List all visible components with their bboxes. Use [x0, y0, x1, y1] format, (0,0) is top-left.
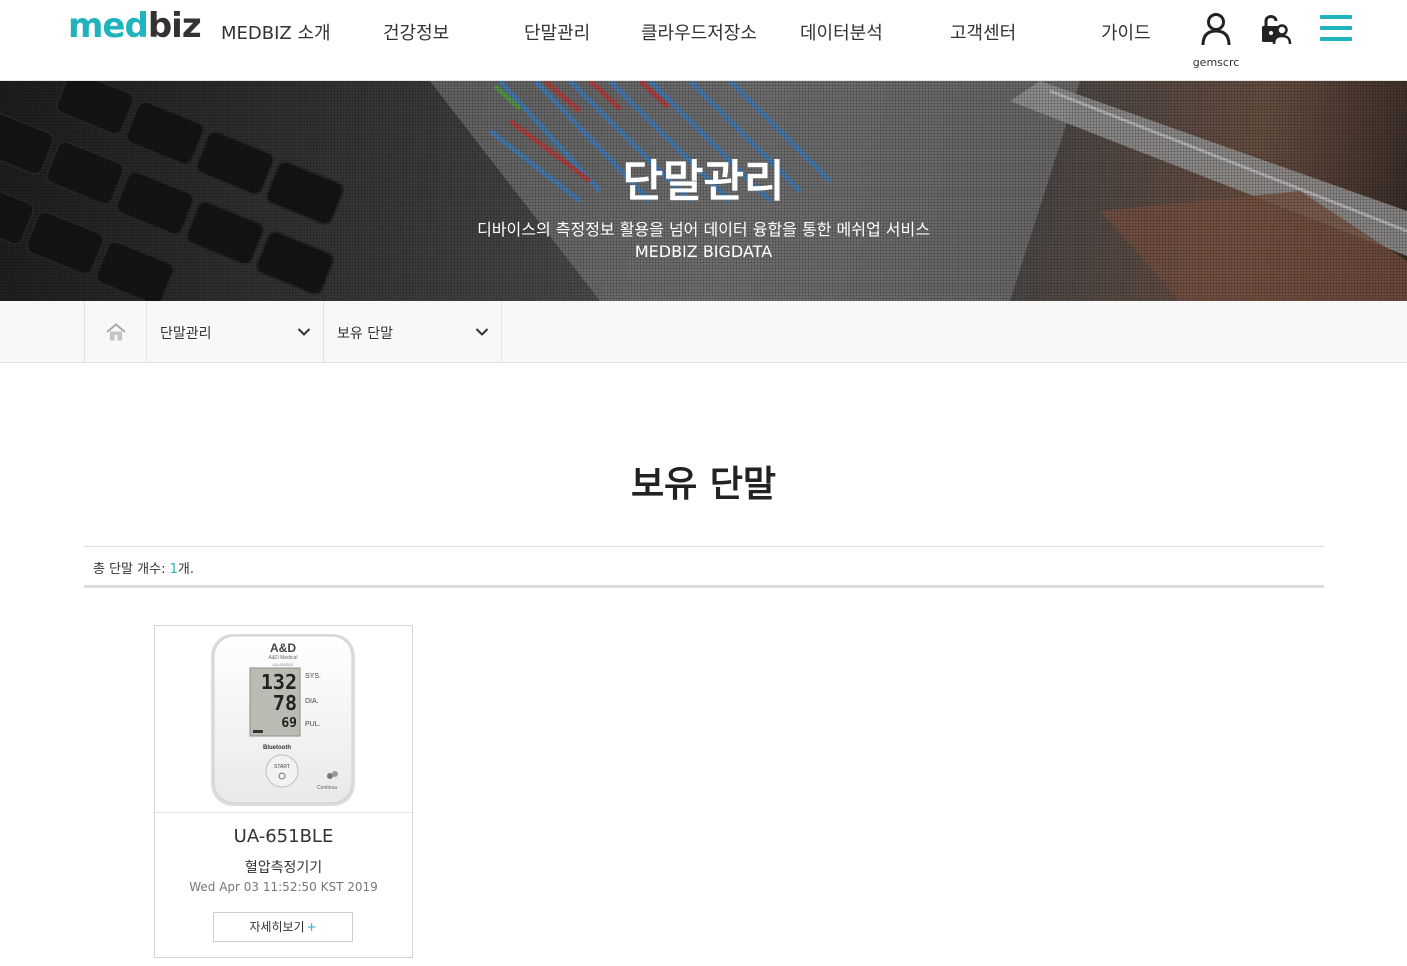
device-count-suffix: 개.	[177, 562, 194, 577]
logo-med: med	[68, 6, 149, 46]
lcd-dia-label: DIA.	[305, 698, 319, 705]
nav-item-guide[interactable]: 가이드	[1101, 19, 1151, 45]
breadcrumb-select-level2[interactable]: 보유 단말	[324, 301, 502, 363]
site-logo[interactable]: medbiz	[68, 6, 202, 46]
chevron-down-icon	[475, 328, 489, 336]
device-count-text: 총 단말 개수: 1개.	[93, 558, 194, 577]
banner-title: 단말관리	[622, 156, 785, 207]
device-count-bar: 총 단말 개수: 1개.	[84, 546, 1324, 588]
user-icon[interactable]	[1200, 12, 1232, 46]
device-count-prefix: 총 단말 개수:	[93, 562, 170, 577]
menu-bar	[1320, 37, 1352, 41]
lcd-pul-value: 69	[281, 716, 297, 731]
menu-bar	[1320, 15, 1352, 19]
blood-pressure-monitor-image: A&D A&D Medical UA-651BLE 132 78 69 SYS.…	[211, 634, 355, 806]
menu-icon[interactable]	[1320, 15, 1352, 43]
device-model-print: UA-651BLE	[272, 662, 293, 667]
menu-bar	[1320, 26, 1352, 30]
device-image: A&D A&D Medical UA-651BLE 132 78 69 SYS.…	[155, 626, 412, 813]
banner-subtitle: 디바이스의 측정정보 활용을 넘어 데이터 융합을 통한 메쉬업 서비스	[477, 220, 930, 239]
breadcrumb-select-level1[interactable]: 단말관리	[147, 301, 324, 363]
nav-item-about[interactable]: MEDBIZ 소개	[221, 19, 331, 45]
lcd-pul-label: PUL.	[305, 721, 321, 728]
continua-label: Continua	[317, 785, 337, 791]
nav-item-health-info[interactable]: 건강정보	[383, 19, 449, 45]
breadcrumb-level2-label: 보유 단말	[337, 326, 393, 342]
breadcrumb-level1-label: 단말관리	[160, 326, 212, 342]
page-banner: 단말관리 디바이스의 측정정보 활용을 넘어 데이터 융합을 통한 메쉬업 서비…	[0, 81, 1407, 301]
chevron-down-icon	[297, 328, 311, 336]
nav-item-customer-center[interactable]: 고객센터	[950, 19, 1016, 45]
lcd-dia-value: 78	[273, 691, 297, 715]
breadcrumb-home[interactable]	[84, 301, 147, 363]
bluetooth-label: Bluetooth	[263, 745, 291, 751]
nav-item-device-management[interactable]: 단말관리	[524, 19, 590, 45]
device-brand-label: A&D	[270, 641, 296, 655]
device-count-value: 1	[169, 562, 178, 577]
device-registered-date: Wed Apr 03 11:52:50 KST 2019	[189, 880, 378, 894]
plus-icon: +	[306, 920, 317, 934]
user-name: gemscrc	[1192, 56, 1240, 69]
page-title: 보유 단말	[630, 464, 776, 505]
banner-subtitle-2: MEDBIZ BIGDATA	[634, 242, 773, 261]
lock-icon[interactable]	[1260, 12, 1292, 46]
lcd-sys-label: SYS.	[305, 673, 321, 680]
site-header: medbiz MEDBIZ 소개 건강정보 단말관리 클라우드저장소 데이터분석…	[0, 0, 1407, 81]
device-detail-button[interactable]: 자세히보기 +	[213, 912, 353, 942]
breadcrumb: 단말관리 보유 단말	[0, 301, 1407, 363]
start-label: START	[274, 764, 290, 770]
device-brand-sub: A&D Medical	[269, 655, 298, 661]
nav-item-data-analysis[interactable]: 데이터분석	[800, 19, 883, 45]
device-model: UA-651BLE	[233, 826, 334, 847]
logo-biz: biz	[147, 6, 202, 46]
nav-item-cloud-storage[interactable]: 클라우드저장소	[641, 19, 757, 45]
device-detail-label: 자세히보기	[249, 920, 305, 934]
device-card: A&D A&D Medical UA-651BLE 132 78 69 SYS.…	[154, 625, 413, 958]
device-type: 혈압측정기기	[244, 860, 323, 876]
home-icon	[106, 323, 126, 341]
